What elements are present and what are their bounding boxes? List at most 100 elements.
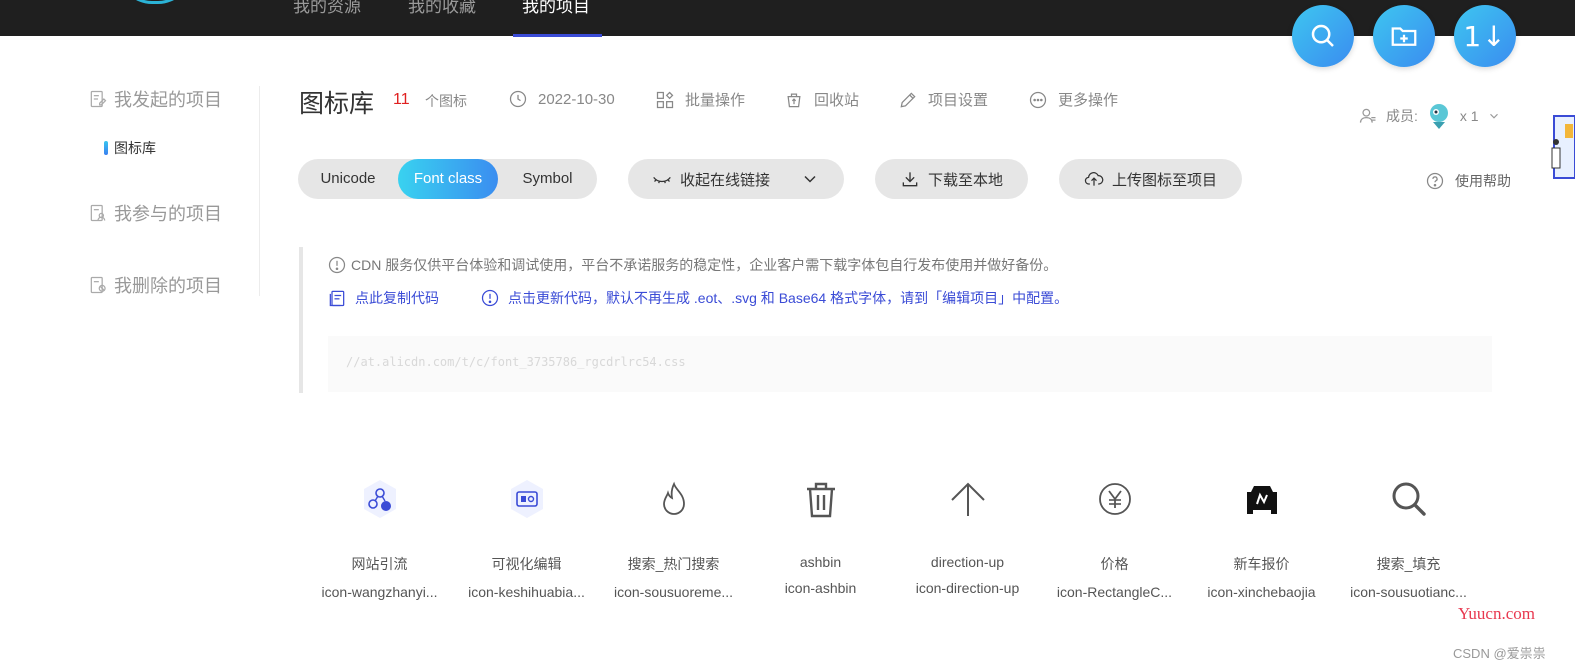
- icon-class-name: icon-ashbin: [784, 580, 857, 596]
- recycle-bin-icon: [787, 93, 801, 107]
- sidebar-item-label: 我参与的项目: [114, 204, 222, 224]
- tab-symbol[interactable]: Symbol: [498, 159, 597, 199]
- nav-active-indicator: [513, 34, 602, 37]
- members-dropdown[interactable]: 成员: x 1: [1358, 102, 1501, 130]
- credit-text: CSDN @爱祟祟: [1453, 646, 1546, 661]
- batch-label: 批量操作: [685, 92, 746, 109]
- chevron-down-icon: [1489, 113, 1498, 119]
- icon-class-name: icon-keshihuabia...: [468, 584, 585, 600]
- sidebar-subitem-label: 图标库: [114, 140, 156, 156]
- tab-font-class[interactable]: Font class: [398, 159, 498, 199]
- icon-card[interactable]: 搜索_热门搜索 icon-sousuoreme...: [600, 472, 747, 600]
- sidebar-item-my-deleted[interactable]: 我删除的项目: [88, 272, 222, 298]
- add-folder-icon: [1391, 27, 1417, 46]
- sidebar-divider: [259, 86, 260, 296]
- update-code-link[interactable]: 点击更新代码，默认不再生成 .eot、.svg 和 Base64 格式字体，请到…: [480, 288, 1068, 308]
- car-icon: [1246, 486, 1277, 514]
- icon-card[interactable]: ashbin icon-ashbin: [747, 472, 894, 596]
- avatar: [1429, 104, 1448, 129]
- icon-name: 网站引流: [351, 556, 408, 572]
- icon-name: 新车报价: [1233, 556, 1290, 572]
- icon-class-name: icon-RectangleC...: [1056, 584, 1173, 600]
- trash-icon: [806, 482, 835, 518]
- project-settings-button[interactable]: 项目设置: [898, 89, 988, 110]
- illustration: [1551, 115, 1575, 179]
- icon-class-name: icon-sousuoreme...: [613, 584, 734, 600]
- members-count: x 1: [1459, 108, 1479, 124]
- settings-label: 项目设置: [928, 92, 989, 109]
- sidebar-subitem-icon-library[interactable]: 图标库: [104, 138, 156, 158]
- icon-class-name: icon-xinchebaojia: [1207, 584, 1316, 600]
- sidebar-item-label: 我发起的项目: [114, 90, 222, 110]
- collapse-link-dropdown[interactable]: 收起在线链接: [628, 159, 844, 199]
- sidebar-item-my-created[interactable]: 我发起的项目: [88, 86, 222, 112]
- tab-unicode[interactable]: Unicode: [298, 159, 398, 199]
- recycle-bin-button[interactable]: 回收站: [784, 89, 859, 110]
- members-label: 成员:: [1386, 108, 1418, 124]
- icon-class-name: icon-wangzhanyi...: [321, 584, 438, 600]
- watermark: Yuucn.com: [1458, 604, 1535, 623]
- cdn-warning: CDN 服务仅供平台体验和调试使用，平台不承诺服务的稳定性，企业客户需下载字体包…: [327, 255, 1057, 275]
- info-icon: [328, 256, 346, 274]
- copy-code-link[interactable]: 点此复制代码: [327, 288, 439, 308]
- grid-icon: [656, 91, 674, 108]
- icon-class-name: icon-sousuotianc...: [1350, 584, 1467, 600]
- copy-icon: [329, 290, 345, 307]
- icon-name: 价格: [1100, 556, 1129, 572]
- nav-my-projects[interactable]: 我的项目: [522, 0, 590, 15]
- collapse-link-label: 收起在线链接: [679, 171, 770, 189]
- new-project-fab-button[interactable]: [1373, 5, 1435, 67]
- cdn-code-url[interactable]: //at.alicdn.com/t/c/font_3735786_rgcdrlr…: [346, 355, 686, 369]
- sidebar-item-label: 我删除的项目: [114, 276, 222, 296]
- icon-name: 搜索_填充: [1376, 556, 1441, 572]
- arrow-up-icon: [950, 482, 985, 516]
- icon-card[interactable]: 搜索_填充 icon-sousuotianc...: [1335, 472, 1482, 600]
- icon-name: 可视化编辑: [491, 556, 562, 572]
- icon-card[interactable]: 网站引流 icon-wangzhanyi...: [306, 472, 453, 600]
- edit-doc-icon: [90, 90, 107, 108]
- visual-edit-icon: [510, 480, 543, 518]
- icon-class-name: icon-direction-up: [915, 580, 1020, 596]
- yen-icon: [1098, 483, 1131, 515]
- upload-icons-button[interactable]: 上传图标至项目: [1059, 159, 1242, 199]
- sort-fab-button[interactable]: 1↓: [1454, 5, 1516, 67]
- deleted-doc-icon: [90, 276, 106, 294]
- batch-operation-button[interactable]: 批量操作: [655, 89, 745, 110]
- more-icon: [1029, 91, 1047, 108]
- active-marker: [104, 141, 108, 155]
- icon-name: ashbin: [799, 554, 842, 570]
- icon-count: 11: [393, 91, 410, 108]
- download-button[interactable]: 下载至本地: [875, 159, 1028, 199]
- pencil-icon: [900, 91, 916, 107]
- info-icon: [481, 289, 499, 307]
- icon-card[interactable]: 价格 icon-RectangleC...: [1041, 472, 1188, 600]
- clock-icon: [509, 90, 527, 108]
- icon-card[interactable]: 新车报价 icon-xinchebaojia: [1188, 472, 1335, 600]
- sidebar-item-my-joined[interactable]: 我参与的项目: [88, 200, 222, 226]
- user-doc-icon: [90, 204, 106, 222]
- question-icon: [1426, 172, 1444, 190]
- nav-my-resources[interactable]: 我的资源: [293, 0, 361, 15]
- sort-icon: 1↓: [1463, 19, 1507, 53]
- download-label: 下载至本地: [927, 171, 1003, 189]
- chevron-down-icon: [804, 175, 816, 183]
- icon-name: direction-up: [930, 554, 1005, 570]
- recycle-label: 回收站: [814, 92, 860, 109]
- search-fab-button[interactable]: [1292, 5, 1354, 67]
- download-icon: [902, 172, 918, 187]
- update-code-label: 点击更新代码，默认不再生成 .eot、.svg 和 Base64 格式字体，请到…: [508, 290, 1069, 306]
- more-label: 更多操作: [1058, 92, 1119, 109]
- fire-icon: [662, 481, 685, 515]
- date-text: 2022-10-30: [538, 90, 615, 108]
- nav-my-favorites[interactable]: 我的收藏: [408, 0, 476, 15]
- icon-name: 搜索_热门搜索: [627, 556, 720, 572]
- help-link[interactable]: 使用帮助: [1425, 171, 1511, 191]
- icon-card[interactable]: direction-up icon-direction-up: [894, 472, 1041, 596]
- user-icon: [1359, 108, 1376, 123]
- icon-card[interactable]: 可视化编辑 icon-keshihuabia...: [453, 472, 600, 600]
- upload-label: 上传图标至项目: [1111, 171, 1217, 189]
- more-operations-button[interactable]: 更多操作: [1028, 89, 1118, 110]
- network-icon: [363, 480, 396, 518]
- search-icon: [1392, 482, 1426, 516]
- icon-count-unit: 个图标: [425, 93, 467, 109]
